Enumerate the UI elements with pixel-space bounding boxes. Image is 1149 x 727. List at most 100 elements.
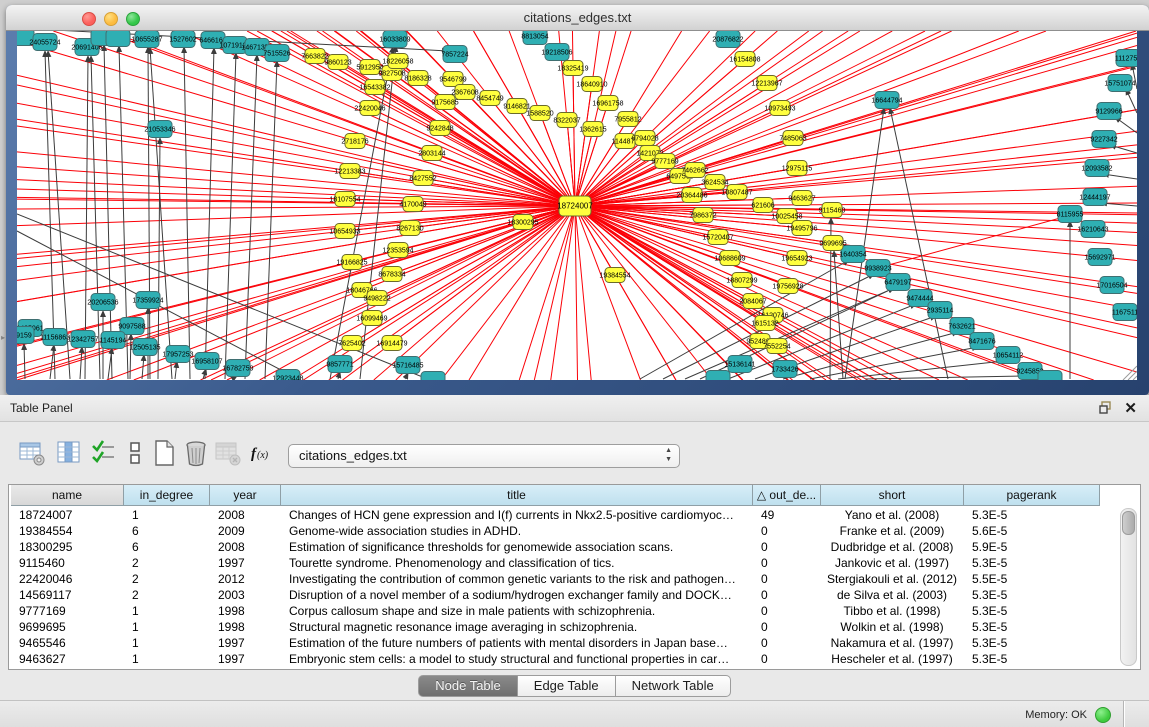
- graph-node[interactable]: 9699695: [819, 236, 846, 251]
- graph-node[interactable]: 19218506: [541, 44, 572, 61]
- graph-node[interactable]: 18107554: [329, 192, 360, 207]
- graph-node[interactable]: 621606: [751, 198, 774, 213]
- graph-node[interactable]: 8678334: [378, 267, 405, 282]
- graph-node[interactable]: 15751074: [1104, 75, 1135, 92]
- table-selector-dropdown[interactable]: citations_edges.txt ▲▼: [288, 444, 680, 468]
- graph-node[interactable]: 9463627: [788, 191, 815, 206]
- graph-node[interactable]: 16782759: [222, 360, 253, 377]
- graph-node[interactable]: 8267130: [396, 221, 423, 236]
- graph-node[interactable]: 7515526: [263, 45, 290, 62]
- table-row[interactable]: 1872400712008Changes of HCN gene express…: [9, 507, 1140, 523]
- graph-node[interactable]: [421, 372, 445, 381]
- graph-node[interactable]: 19384554: [599, 268, 630, 283]
- graph-node[interactable]: 10688609: [714, 251, 745, 266]
- graph-node[interactable]: 8115955: [1057, 206, 1084, 223]
- tab-node-table[interactable]: Node Table: [418, 675, 518, 697]
- graph-node[interactable]: 10654933: [329, 224, 360, 239]
- column-header-short[interactable]: short: [821, 485, 964, 506]
- graph-node[interactable]: 9129966: [1095, 103, 1122, 120]
- graph-node[interactable]: 9860123: [324, 55, 351, 70]
- window-titlebar[interactable]: citations_edges.txt: [6, 5, 1149, 31]
- graph-node[interactable]: 6479197: [884, 274, 911, 291]
- graph-node[interactable]: 12213383: [334, 164, 365, 179]
- delete-table-button[interactable]: [214, 439, 242, 467]
- graph-node[interactable]: 8186328: [404, 71, 431, 86]
- graph-node[interactable]: 17016504: [1096, 277, 1127, 294]
- column-header-year[interactable]: year: [210, 485, 281, 506]
- graph-node[interactable]: 12093582: [1081, 160, 1112, 177]
- graph-node[interactable]: 24055724: [29, 34, 60, 51]
- graph-node[interactable]: 2367608: [451, 85, 478, 100]
- graph-node[interactable]: 16033809: [379, 31, 410, 48]
- graph-node[interactable]: 20206536: [87, 294, 118, 311]
- graph-node[interactable]: 16958107: [191, 353, 222, 370]
- graph-node[interactable]: 15136141: [724, 356, 755, 373]
- graph-node[interactable]: 9227342: [1090, 131, 1117, 148]
- column-header-in_degree[interactable]: in_degree: [124, 485, 210, 506]
- graph-node[interactable]: 17359924: [132, 292, 163, 309]
- graph-node[interactable]: 1615132: [751, 316, 778, 331]
- graph-node[interactable]: 7857224: [441, 46, 468, 63]
- graph-node[interactable]: 9115460: [819, 203, 846, 218]
- graph-node[interactable]: 1167511: [1112, 304, 1137, 321]
- graph-node[interactable]: 7462662: [681, 163, 708, 178]
- graph-node[interactable]: [1038, 371, 1062, 381]
- graph-node[interactable]: 11156863: [40, 329, 70, 346]
- table-row[interactable]: 1456911722003Disruption of a novel membe…: [9, 587, 1140, 603]
- graph-node[interactable]: 21053346: [144, 121, 175, 138]
- vertical-scrollbar[interactable]: [1120, 508, 1137, 666]
- graph-node[interactable]: 8427552: [409, 171, 436, 186]
- graph-node[interactable]: 7485063: [779, 131, 806, 146]
- graph-node[interactable]: 2718176: [341, 134, 368, 149]
- table-row[interactable]: 1938455462009Genome-wide association stu…: [9, 523, 1140, 539]
- graph-node[interactable]: 2803144: [418, 146, 445, 161]
- graph-node[interactable]: 16644794: [871, 92, 902, 109]
- graph-node[interactable]: 12444197: [1079, 189, 1110, 206]
- memory-ok-indicator[interactable]: [1095, 707, 1111, 723]
- graph-node[interactable]: 8454749: [476, 91, 503, 106]
- graph-node[interactable]: 9498222: [363, 291, 390, 306]
- graph-node[interactable]: 1640354: [839, 246, 866, 263]
- table-row[interactable]: 1830029562008Estimation of significance …: [9, 539, 1140, 555]
- graph-node[interactable]: 7632621: [948, 318, 975, 335]
- graph-node[interactable]: 19166825: [336, 255, 367, 270]
- tab-edge-table[interactable]: Edge Table: [518, 675, 616, 697]
- graph-node[interactable]: 15716485: [392, 357, 423, 374]
- table-row[interactable]: 2242004622012Investigating the contribut…: [9, 571, 1140, 587]
- graph-node[interactable]: 7552254: [763, 339, 790, 354]
- column-header-title[interactable]: title: [281, 485, 753, 506]
- graph-node[interactable]: 9242848: [426, 121, 453, 136]
- close-panel-icon[interactable]: ✕: [1124, 399, 1137, 417]
- hub-node[interactable]: 18724007: [557, 196, 593, 216]
- graph-node[interactable]: 39159: [17, 327, 34, 344]
- network-window[interactable]: citations_edges.txt 24055724206914061065…: [6, 5, 1149, 395]
- network-canvas[interactable]: 2405572420691406106552871527602646616010…: [17, 31, 1137, 380]
- graph-node[interactable]: 9777169: [651, 154, 678, 169]
- graph-node[interactable]: 1733426: [771, 361, 798, 378]
- graph-node[interactable]: 1588520: [526, 106, 553, 121]
- graph-node[interactable]: 2084067: [739, 294, 766, 309]
- show-columns-button[interactable]: [55, 439, 83, 467]
- graph-node[interactable]: 6794028: [631, 131, 658, 146]
- graph-node[interactable]: 8471676: [968, 333, 995, 350]
- table-row[interactable]: 977716911998Corpus callosum shape and si…: [9, 603, 1140, 619]
- graph-node[interactable]: 12505135: [129, 339, 160, 356]
- graph-node[interactable]: [706, 371, 730, 381]
- float-panel-icon[interactable]: [1099, 401, 1113, 414]
- graph-node[interactable]: 16154808: [729, 52, 760, 67]
- graph-node[interactable]: 9175685: [431, 95, 458, 110]
- graph-node[interactable]: 7625402: [338, 336, 365, 351]
- table-row[interactable]: 911546021997Tourette syndrome. Phenomeno…: [9, 555, 1140, 571]
- graph-node[interactable]: 20364486: [676, 188, 707, 203]
- graph-node[interactable]: 19654923: [781, 251, 812, 266]
- graph-node[interactable]: 16961758: [592, 96, 623, 111]
- delete-button[interactable]: [182, 439, 210, 467]
- graph-node[interactable]: 2935114: [927, 302, 954, 319]
- graph-node[interactable]: 12923448: [272, 370, 303, 381]
- graph-node[interactable]: 8813054: [521, 31, 548, 45]
- tab-network-table[interactable]: Network Table: [616, 675, 731, 697]
- column-header-name[interactable]: name: [11, 485, 124, 506]
- new-file-button[interactable]: [150, 439, 178, 467]
- graph-node[interactable]: 15692971: [1084, 249, 1115, 266]
- select-all-button[interactable]: [90, 439, 118, 467]
